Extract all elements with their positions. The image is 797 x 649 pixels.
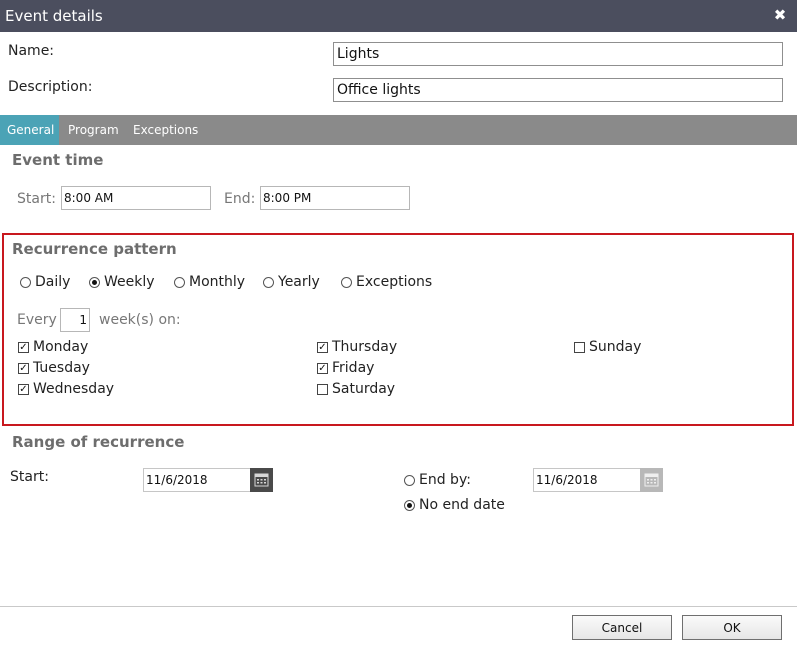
checkbox-tuesday[interactable]: ✓ Tuesday [18, 360, 90, 376]
dialog-title: Event details [5, 7, 103, 25]
range-start-input[interactable] [143, 468, 251, 492]
radio-end-by-indicator[interactable] [404, 474, 415, 486]
radio-weekly-label: Weekly [104, 274, 155, 290]
range-start-calendar-button[interactable] [250, 468, 273, 492]
description-label: Description: [8, 79, 93, 95]
end-by-date-input[interactable] [533, 468, 641, 492]
checkbox-saturday-box[interactable] [317, 383, 328, 395]
radio-end-by[interactable]: End by: [404, 472, 471, 488]
calendar-icon [644, 473, 659, 487]
radio-exceptions-indicator[interactable] [341, 276, 352, 288]
radio-monthly[interactable]: Monthly [174, 274, 245, 290]
checkbox-tuesday-box[interactable]: ✓ [18, 362, 29, 374]
title-bar: Event details ✖ [0, 0, 797, 32]
weeks-on-label: week(s) on: [99, 312, 181, 328]
checkbox-saturday-label: Saturday [332, 381, 396, 397]
event-start-label: Start: [17, 191, 56, 207]
tab-exceptions[interactable]: Exceptions [133, 115, 198, 145]
radio-yearly-label: Yearly [278, 274, 320, 290]
range-start-label: Start: [10, 469, 49, 485]
cancel-button[interactable]: Cancel [572, 615, 672, 640]
checkbox-friday-box[interactable]: ✓ [317, 362, 328, 374]
description-input[interactable] [333, 78, 783, 102]
checkbox-monday-label: Monday [33, 339, 89, 355]
calendar-icon [254, 473, 269, 487]
tab-bar: General Program Exceptions [0, 115, 797, 145]
radio-no-end-date-indicator[interactable] [404, 499, 415, 511]
radio-yearly[interactable]: Yearly [263, 274, 320, 290]
checkbox-wednesday-box[interactable]: ✓ [18, 383, 29, 395]
radio-no-end-date-label: No end date [419, 497, 505, 513]
radio-weekly[interactable]: Weekly [89, 274, 155, 290]
tab-general[interactable]: General [0, 115, 59, 145]
checkbox-saturday[interactable]: Saturday [317, 381, 395, 397]
radio-end-by-label: End by: [419, 472, 471, 488]
recurrence-heading: Recurrence pattern [12, 240, 177, 258]
close-icon[interactable]: ✖ [773, 6, 787, 24]
event-start-input[interactable] [61, 186, 211, 210]
name-input[interactable] [333, 42, 783, 66]
radio-daily[interactable]: Daily [20, 274, 70, 290]
checkbox-sunday-label: Sunday [589, 339, 642, 355]
every-label: Every [17, 312, 57, 328]
end-by-calendar-button[interactable] [640, 468, 663, 492]
checkbox-wednesday-label: Wednesday [33, 381, 115, 397]
checkbox-thursday[interactable]: ✓ Thursday [317, 339, 397, 355]
checkbox-thursday-box[interactable]: ✓ [317, 341, 328, 353]
every-weeks-input[interactable] [60, 308, 90, 332]
checkbox-wednesday[interactable]: ✓ Wednesday [18, 381, 114, 397]
event-time-heading: Event time [12, 151, 104, 169]
radio-monthly-label: Monthly [189, 274, 246, 290]
radio-exceptions-label: Exceptions [356, 274, 433, 290]
name-label: Name: [8, 43, 55, 59]
checkbox-friday-label: Friday [332, 360, 375, 376]
footer-divider [0, 606, 797, 607]
event-end-input[interactable] [260, 186, 410, 210]
radio-yearly-indicator[interactable] [263, 276, 274, 288]
radio-daily-label: Daily [35, 274, 71, 290]
checkbox-friday[interactable]: ✓ Friday [317, 360, 374, 376]
checkbox-monday-box[interactable]: ✓ [18, 341, 29, 353]
checkbox-monday[interactable]: ✓ Monday [18, 339, 88, 355]
checkbox-thursday-label: Thursday [332, 339, 398, 355]
ok-button[interactable]: OK [682, 615, 782, 640]
tab-program[interactable]: Program [68, 115, 119, 145]
event-end-label: End: [224, 191, 256, 207]
recurrence-pattern-panel [2, 233, 794, 426]
range-heading: Range of recurrence [12, 433, 185, 451]
radio-monthly-indicator[interactable] [174, 276, 185, 288]
radio-daily-indicator[interactable] [20, 276, 31, 288]
radio-exceptions[interactable]: Exceptions [341, 274, 432, 290]
checkbox-tuesday-label: Tuesday [33, 360, 90, 376]
checkbox-sunday-box[interactable] [574, 341, 585, 353]
radio-no-end-date[interactable]: No end date [404, 497, 505, 513]
checkbox-sunday[interactable]: Sunday [574, 339, 641, 355]
radio-weekly-indicator[interactable] [89, 276, 100, 288]
